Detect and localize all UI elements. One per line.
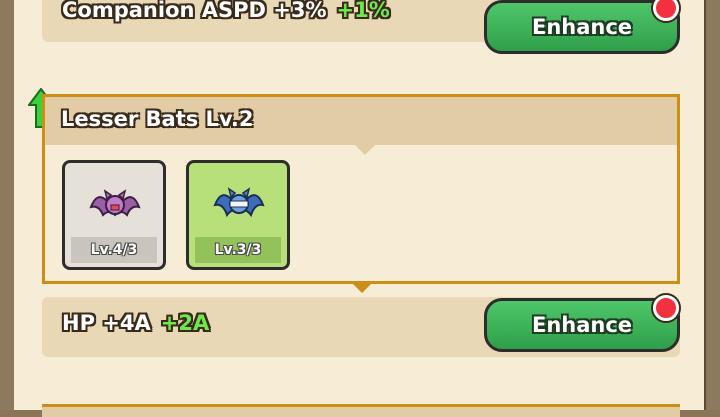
next-set-panel [42, 404, 680, 417]
set-title: Lesser Bats Lv.2 [61, 107, 254, 131]
stat-text: Companion ASPD +3% +1% [62, 0, 390, 22]
stat-bonus: +1% [336, 0, 390, 22]
stat-text: HP +4A +2A [62, 311, 209, 335]
companion-card-blue-bat[interactable]: Lv.3/3 [186, 160, 290, 270]
companion-card-pink-bat[interactable]: Lv.4/3 [62, 160, 166, 270]
frame-right [704, 0, 720, 410]
set-panel-notch [352, 283, 372, 293]
enhance-label: Enhance [531, 15, 633, 39]
enhance-label: Enhance [531, 313, 633, 337]
card-level: Lv.4/3 [71, 237, 157, 263]
enhance-button[interactable]: Enhance [484, 295, 680, 352]
stat-row-hp: HP +4A +2A Enhance [42, 295, 680, 357]
pink-bat-icon [89, 189, 141, 217]
set-header: Lesser Bats Lv.2 [45, 97, 677, 155]
blue-bat-icon [213, 187, 265, 218]
enhance-button[interactable]: Enhance [484, 0, 680, 54]
stat-label: Companion ASPD +3% [62, 0, 327, 22]
stat-row-aspd: Companion ASPD +3% +1% Enhance [42, 0, 680, 54]
stat-label: HP +4A [62, 311, 151, 335]
notification-dot [653, 295, 679, 321]
card-level: Lv.3/3 [195, 237, 281, 263]
stat-bonus: +2A [160, 311, 210, 335]
notification-dot [653, 0, 679, 21]
